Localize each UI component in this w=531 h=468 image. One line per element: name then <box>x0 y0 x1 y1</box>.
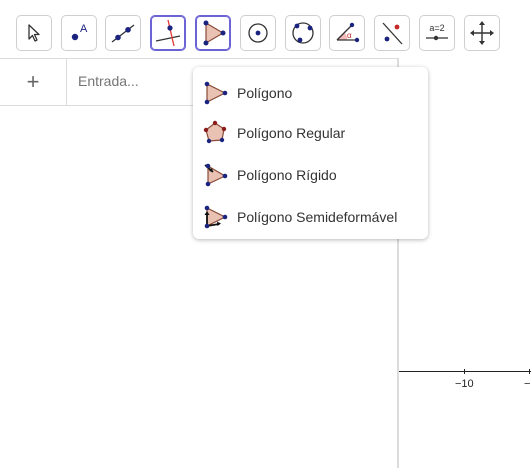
polygon-triangle-icon <box>203 20 226 46</box>
point-icon: A <box>71 23 88 41</box>
menu-item-label: Polígono Semideformável <box>237 209 398 225</box>
polygon-tool-button[interactable] <box>195 15 231 51</box>
cursor-arrow-icon <box>28 24 40 42</box>
menu-item-rigid-polygon[interactable]: Polígono Rígido <box>193 157 428 193</box>
circle-tool-button[interactable] <box>240 15 276 51</box>
polygon-triangle-icon <box>204 81 228 105</box>
slider-icon: a=2 <box>426 23 448 41</box>
slider-label: a=2 <box>429 23 444 33</box>
x-axis-tick <box>464 369 465 374</box>
perpendicular-tool-button[interactable] <box>150 15 186 51</box>
circle-three-points-tool-button[interactable] <box>285 15 321 51</box>
angle-icon: α <box>336 22 360 43</box>
line-icon <box>111 24 135 43</box>
menu-item-regular-polygon[interactable]: Polígono Regular <box>193 115 428 151</box>
point-tool-button[interactable]: A <box>61 15 97 51</box>
point-letter-label: A <box>80 23 88 35</box>
circle-center-icon <box>248 23 268 43</box>
line-tool-button[interactable] <box>105 15 141 51</box>
move-arrows-icon <box>470 21 494 45</box>
x-axis-tick-label: −10 <box>455 378 474 390</box>
x-axis <box>399 371 531 372</box>
slider-tool-button[interactable]: a=2 <box>419 15 455 51</box>
move-view-tool-button[interactable] <box>464 15 500 51</box>
svg-text:α: α <box>347 31 352 40</box>
polygon-tools-menu: Polígono Polígono Regular Polígono Rígid… <box>193 67 428 239</box>
menu-item-semideformable-polygon[interactable]: Polígono Semideformável <box>193 199 428 235</box>
rigid-polygon-icon <box>204 163 228 187</box>
x-axis-tick <box>529 369 530 374</box>
reflect-line-icon <box>382 22 403 45</box>
move-tool-button[interactable] <box>16 15 52 51</box>
semideformable-polygon-icon <box>204 205 228 229</box>
circle-three-points-icon <box>292 22 314 44</box>
toolbar: A α a=2 <box>0 0 531 58</box>
regular-polygon-icon <box>203 120 227 144</box>
menu-item-polygon[interactable]: Polígono <box>193 75 428 111</box>
reflect-tool-button[interactable] <box>374 15 410 51</box>
add-item-button[interactable]: + <box>0 59 67 105</box>
menu-item-label: Polígono <box>237 85 293 101</box>
perpendicular-line-icon <box>155 19 181 47</box>
menu-item-label: Polígono Rígido <box>237 167 337 183</box>
menu-item-label: Polígono Regular <box>237 125 346 141</box>
angle-tool-button[interactable]: α <box>329 15 365 51</box>
x-axis-tick-label: − <box>524 378 531 390</box>
